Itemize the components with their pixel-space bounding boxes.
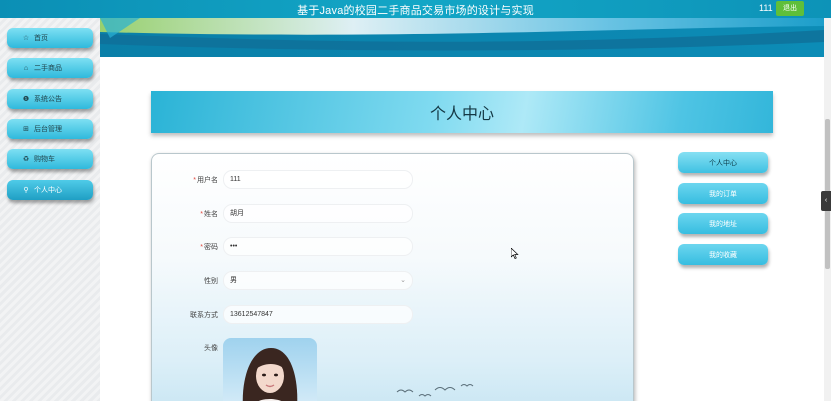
gender-label: 性别 <box>204 278 218 285</box>
top-bar: 基于Java的校园二手商品交易市场的设计与实现 111 退出 <box>0 0 831 18</box>
sidebar-item-label: 个人中心 <box>34 187 62 194</box>
page-title: 个人中心 <box>151 91 773 133</box>
name-field[interactable]: 胡月 <box>223 204 413 223</box>
menu-favorites-button[interactable]: 我的收藏 <box>678 244 768 265</box>
current-user: 111 <box>759 3 773 13</box>
contact-label: 联系方式 <box>190 312 218 319</box>
username-label: *用户名 <box>193 177 218 184</box>
password-field[interactable]: ••• <box>223 237 413 256</box>
contact-field[interactable]: 13612547847 <box>223 305 413 324</box>
cart-icon: ♻ <box>22 156 30 163</box>
sidebar-item-label: 二手商品 <box>34 65 62 72</box>
home-icon: ⌂ <box>23 64 29 72</box>
admin-icon: ⊞ <box>23 126 29 133</box>
sidebar-item-label: 后台管理 <box>34 126 62 133</box>
birds-decoration <box>396 384 474 397</box>
menu-address-button[interactable]: 我的地址 <box>678 213 768 234</box>
app-title: 基于Java的校园二手商品交易市场的设计与实现 <box>297 5 534 17</box>
sidebar-item-announcements[interactable]: ❶ 系统公告 <box>7 89 93 109</box>
menu-profile-button[interactable]: 个人中心 <box>678 152 768 173</box>
sidebar-item-label: 购物车 <box>34 156 55 163</box>
avatar-image[interactable] <box>223 338 317 401</box>
gender-value: 男 <box>230 277 237 284</box>
info-icon: ❶ <box>22 96 30 103</box>
logout-button[interactable]: 退出 <box>776 1 804 16</box>
collapse-tab-icon[interactable]: ‹ <box>821 191 831 211</box>
password-label: *密码 <box>200 244 218 251</box>
sidebar-item-profile[interactable]: ⚲ 个人中心 <box>7 180 93 200</box>
avatar-label: 头像 <box>204 345 218 352</box>
mouse-cursor-icon <box>511 248 519 259</box>
chevron-down-icon: ⌄ <box>400 277 406 284</box>
username-field[interactable]: 111 <box>223 170 413 189</box>
gender-select[interactable]: 男 ⌄ <box>223 271 413 290</box>
banner-image <box>100 18 824 57</box>
menu-orders-button[interactable]: 我的订单 <box>678 183 768 204</box>
sidebar-item-label: 首页 <box>34 35 48 42</box>
sidebar-item-admin[interactable]: ⊞ 后台管理 <box>7 119 93 139</box>
user-icon: ⚲ <box>23 187 29 194</box>
sidebar-item-label: 系统公告 <box>34 96 62 103</box>
name-label: *姓名 <box>200 211 218 218</box>
star-icon: ☆ <box>22 35 30 42</box>
sidebar-item-goods[interactable]: ⌂ 二手商品 <box>7 58 93 78</box>
sidebar-item-home[interactable]: ☆ 首页 <box>7 28 93 48</box>
sidebar-item-cart[interactable]: ♻ 购物车 <box>7 149 93 169</box>
